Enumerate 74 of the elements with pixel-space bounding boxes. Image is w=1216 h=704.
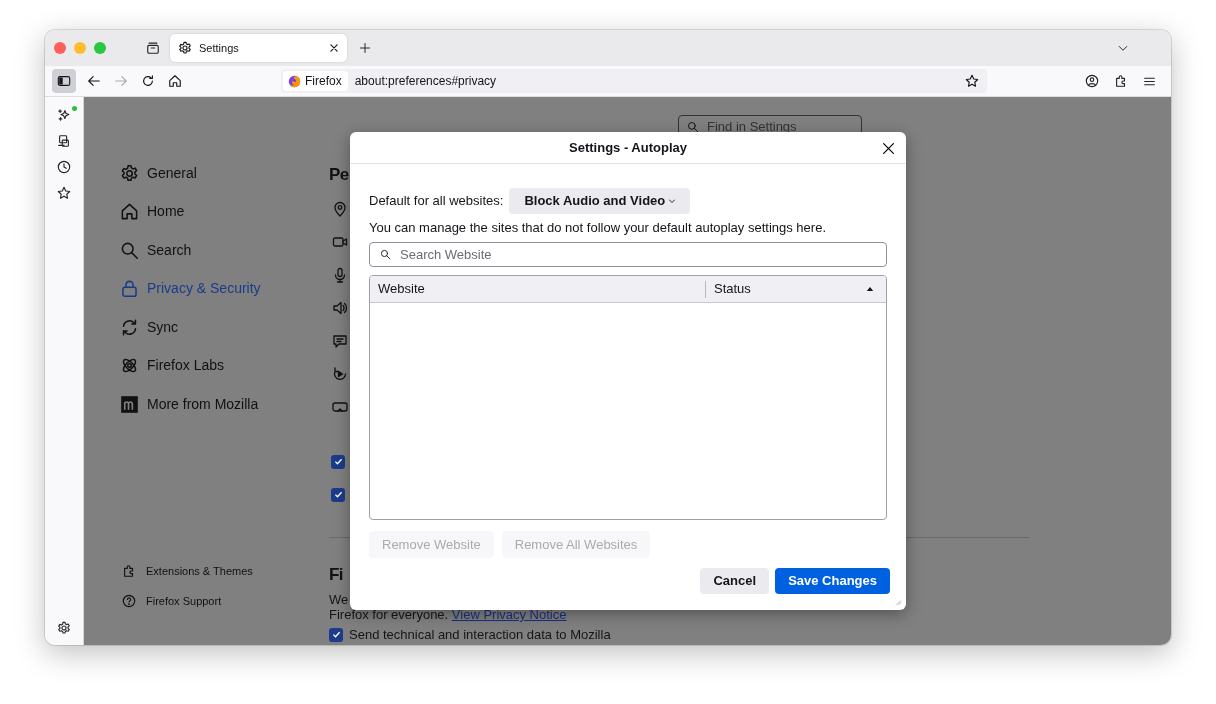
dropdown-button[interactable]: Block Audio and Video (509, 188, 691, 214)
checkbox[interactable] (331, 454, 345, 469)
autoplay-icon (332, 365, 348, 382)
search-input[interactable]: Find in Settings (707, 117, 847, 137)
cancel-button[interactable]: Cancel (700, 568, 770, 594)
check-icon (332, 489, 344, 500)
section-heading: Fi (329, 564, 343, 586)
reload-icon[interactable] (141, 74, 155, 88)
field-label: Default for all websites: (369, 192, 504, 211)
caret-icon (668, 197, 677, 205)
synced-devices-icon[interactable] (57, 134, 71, 148)
dialog-title: Settings - Autoplay (569, 138, 687, 157)
check-icon (330, 629, 342, 640)
identity-button[interactable]: Firefox (283, 71, 348, 91)
save-button[interactable]: Save Changes (775, 568, 890, 594)
tab-title: Settings (199, 40, 240, 56)
search-field[interactable]: Search Website (369, 242, 887, 267)
notification-dot (72, 106, 77, 111)
nav-item[interactable]: Search (120, 231, 329, 270)
back-icon[interactable] (87, 74, 101, 88)
extensions-icon[interactable] (1114, 74, 1128, 88)
search-icon (380, 249, 391, 260)
checkbox-label: Send technical and interaction data to Mozilla (349, 627, 611, 642)
browser-logo-icon (288, 74, 301, 88)
mozilla-logo-icon (120, 394, 139, 414)
address-bar[interactable]: Firefox about:preferences#privacy (281, 69, 987, 93)
home-icon[interactable] (168, 74, 182, 88)
settings-icon[interactable] (57, 621, 71, 635)
close-icon[interactable] (329, 43, 339, 53)
nav-link[interactable]: Firefox Support (120, 586, 329, 616)
search-icon (120, 240, 139, 260)
nav-item[interactable]: Privacy & Security (120, 269, 329, 308)
column-header[interactable]: Website (370, 280, 706, 298)
microphone-icon (332, 266, 348, 283)
checkbox[interactable] (329, 627, 343, 642)
nav-item[interactable]: Home (120, 192, 329, 231)
search-icon (687, 121, 699, 133)
speaker-icon (332, 299, 348, 316)
close-icon (881, 141, 895, 155)
sidebar-icon (57, 74, 71, 88)
checkbox[interactable] (331, 487, 345, 502)
nav-link[interactable]: Extensions & Themes (120, 556, 329, 586)
url-text: about:preferences#privacy (354, 73, 498, 90)
sidebar-toggle-button[interactable] (52, 69, 76, 93)
gear-icon (120, 163, 139, 183)
paragraph: Firefox for everyone. View Privacy Notice (329, 607, 567, 622)
new-tab-icon[interactable] (359, 42, 371, 54)
home-icon (120, 202, 139, 222)
bookmarks-icon[interactable] (57, 186, 71, 200)
lock-icon (120, 279, 139, 299)
bookmark-star-icon[interactable] (965, 74, 979, 88)
notification-icon (332, 332, 348, 349)
account-icon[interactable] (1085, 74, 1099, 88)
column-header[interactable]: Status (706, 276, 886, 302)
puzzle-icon (122, 564, 136, 578)
nav-item[interactable]: Firefox Labs (120, 346, 329, 385)
close-window-button[interactable] (54, 42, 66, 54)
gear-icon (178, 41, 192, 55)
nav-item[interactable]: Sync (120, 308, 329, 347)
history-icon[interactable] (57, 160, 71, 174)
sort-arrow-icon (866, 286, 874, 292)
nav-item[interactable]: More from Mozilla (120, 385, 329, 424)
section-heading: Pe (329, 164, 349, 186)
check-icon (332, 456, 344, 467)
browser-tab[interactable]: Settings (170, 34, 347, 62)
description-text: You can manage the sites that do not follow your default autoplay settings here. (369, 220, 826, 235)
location-icon (332, 200, 348, 217)
tab-overview-icon[interactable] (146, 41, 160, 55)
privacy-link[interactable]: View Privacy Notice (451, 607, 567, 622)
sync-icon (120, 317, 139, 337)
help-icon (122, 594, 136, 608)
text-fragment: We (329, 592, 349, 607)
sparkle-icon[interactable] (57, 108, 71, 122)
nav-item[interactable]: General (120, 154, 329, 193)
